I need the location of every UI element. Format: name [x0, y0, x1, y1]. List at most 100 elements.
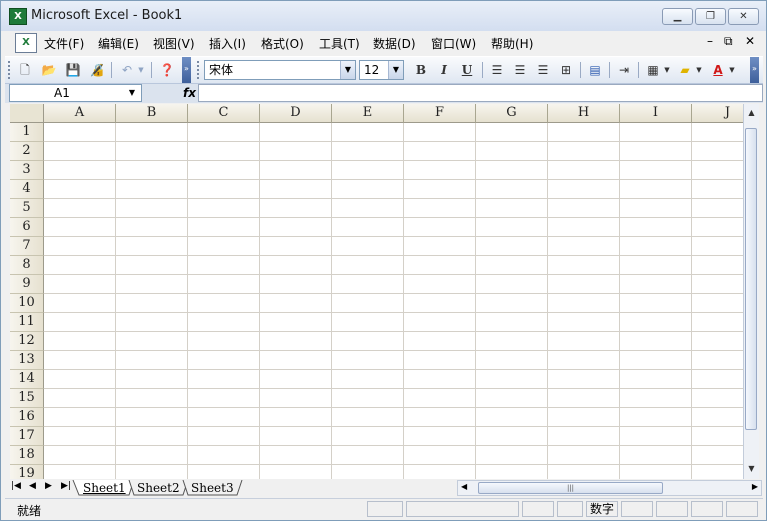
- column-header[interactable]: G: [476, 104, 548, 123]
- chevron-down-icon[interactable]: ▼: [340, 61, 355, 79]
- column-header[interactable]: D: [260, 104, 332, 123]
- row-header[interactable]: 14: [10, 370, 44, 389]
- scroll-up-icon[interactable]: ▲: [745, 106, 758, 120]
- help-button[interactable]: ❓: [157, 60, 177, 80]
- column-header[interactable]: H: [548, 104, 620, 123]
- minimize-button[interactable]: ▁: [662, 8, 693, 25]
- row-header[interactable]: 10: [10, 294, 44, 313]
- horizontal-scroll-thumb[interactable]: |||: [478, 482, 663, 494]
- vertical-scrollbar[interactable]: ▲ ▼: [743, 104, 759, 479]
- prev-sheet-icon[interactable]: ◀: [29, 481, 36, 491]
- column-header[interactable]: A: [44, 104, 116, 123]
- toolbar-options-button[interactable]: »: [182, 57, 191, 83]
- doc-close-icon[interactable]: ✕: [745, 34, 755, 48]
- minimize-icon: ▁: [673, 11, 682, 22]
- doc-minimize-icon[interactable]: –: [707, 34, 713, 48]
- row-header[interactable]: 13: [10, 351, 44, 370]
- align-center-button[interactable]: ☰: [510, 60, 530, 80]
- merge-center-button[interactable]: ⊞: [556, 60, 576, 80]
- workbook-icon[interactable]: X: [15, 33, 37, 53]
- row-header[interactable]: 9: [10, 275, 44, 294]
- menu-window[interactable]: 窗口(W): [431, 35, 476, 52]
- menu-edit[interactable]: 编辑(E): [98, 35, 139, 52]
- toolbar-separator: [609, 62, 610, 78]
- column-header[interactable]: F: [404, 104, 476, 123]
- menu-file[interactable]: 文件(F): [44, 35, 84, 52]
- font-size-combo[interactable]: 12 ▼: [359, 60, 404, 80]
- fill-color-dropdown[interactable]: ▼: [693, 60, 705, 80]
- first-sheet-icon[interactable]: |◀: [11, 481, 21, 491]
- insert-function-icon[interactable]: fx: [183, 84, 196, 102]
- save-button[interactable]: 💾: [63, 60, 83, 80]
- align-right-button[interactable]: ☰: [533, 60, 553, 80]
- row-header[interactable]: 7: [10, 237, 44, 256]
- doc-restore-icon[interactable]: ⧉: [724, 34, 733, 49]
- indent-button[interactable]: ⇥: [614, 60, 634, 80]
- menu-insert[interactable]: 插入(I): [209, 35, 246, 52]
- row-header[interactable]: 15: [10, 389, 44, 408]
- row-header[interactable]: 5: [10, 199, 44, 218]
- select-all-corner[interactable]: [10, 104, 44, 123]
- font-color-button[interactable]: A: [708, 60, 728, 80]
- sheet-tab-sheet1[interactable]: Sheet1: [83, 480, 126, 496]
- font-name-combo[interactable]: 宋体 ▼: [204, 60, 356, 80]
- menu-tools[interactable]: 工具(T): [319, 35, 360, 52]
- row-header[interactable]: 17: [10, 427, 44, 446]
- undo-button[interactable]: ↶: [117, 60, 137, 80]
- row-header[interactable]: 2: [10, 142, 44, 161]
- row-header[interactable]: 8: [10, 256, 44, 275]
- italic-button[interactable]: I: [434, 60, 454, 80]
- row-header[interactable]: 12: [10, 332, 44, 351]
- restore-button[interactable]: ❐: [695, 8, 726, 25]
- column-header[interactable]: C: [188, 104, 260, 123]
- toolbar-grip[interactable]: [197, 61, 202, 79]
- next-sheet-icon[interactable]: ▶: [45, 481, 52, 491]
- column-header[interactable]: E: [332, 104, 404, 123]
- sheet-tab-sheet3[interactable]: Sheet3: [191, 480, 234, 496]
- menu-format[interactable]: 格式(O): [261, 35, 304, 52]
- borders-button[interactable]: ▦: [643, 60, 663, 80]
- name-box[interactable]: A1 ▼: [9, 84, 142, 102]
- row-header[interactable]: 3: [10, 161, 44, 180]
- row-header[interactable]: 1: [10, 123, 44, 142]
- toolbar-grip[interactable]: [8, 61, 13, 79]
- currency-button[interactable]: ▤: [585, 60, 605, 80]
- undo-dropdown[interactable]: ▼: [135, 60, 147, 80]
- new-button[interactable]: 🗋: [15, 60, 35, 80]
- font-color-dropdown[interactable]: ▼: [726, 60, 738, 80]
- chevron-down-icon[interactable]: ▼: [125, 85, 139, 101]
- fill-color-button[interactable]: ▰: [675, 60, 695, 80]
- toolbar-separator: [482, 62, 483, 78]
- open-button[interactable]: 📂: [39, 60, 59, 80]
- toolbar-options-button[interactable]: »: [750, 57, 759, 83]
- menu-data[interactable]: 数据(D): [373, 35, 416, 52]
- borders-dropdown[interactable]: ▼: [661, 60, 673, 80]
- vertical-scroll-thumb[interactable]: [745, 128, 757, 430]
- column-header[interactable]: J: [692, 104, 743, 123]
- row-header[interactable]: 11: [10, 313, 44, 332]
- permission-button[interactable]: 🔏: [87, 60, 107, 80]
- row-header[interactable]: 4: [10, 180, 44, 199]
- row-header[interactable]: 18: [10, 446, 44, 465]
- menu-view[interactable]: 视图(V): [153, 35, 195, 52]
- bold-button[interactable]: B: [411, 60, 431, 80]
- row-header[interactable]: 19: [10, 465, 44, 479]
- align-left-button[interactable]: ☰: [487, 60, 507, 80]
- scroll-right-icon[interactable]: ▶: [752, 482, 758, 491]
- last-sheet-icon[interactable]: ▶|: [61, 481, 71, 491]
- horizontal-scrollbar[interactable]: ◀ ||| ▶: [457, 480, 762, 496]
- scroll-down-icon[interactable]: ▼: [745, 462, 758, 476]
- row-header[interactable]: 16: [10, 408, 44, 427]
- close-button[interactable]: ✕: [728, 8, 759, 25]
- column-header[interactable]: B: [116, 104, 188, 123]
- grid-row-line: [44, 198, 743, 199]
- worksheet-grid[interactable]: A B C D E F G H I J 1 2 3 4 5 6 7 8 9 10 11 12 13 14 15 16 17 18 19: [10, 104, 743, 479]
- formula-input[interactable]: [198, 84, 763, 102]
- sheet-tab-sheet2[interactable]: Sheet2: [137, 480, 180, 496]
- row-header[interactable]: 6: [10, 218, 44, 237]
- menu-help[interactable]: 帮助(H): [491, 35, 533, 52]
- chevron-down-icon[interactable]: ▼: [388, 61, 403, 79]
- underline-button[interactable]: U: [457, 60, 477, 80]
- scroll-left-icon[interactable]: ◀: [461, 482, 467, 491]
- column-header[interactable]: I: [620, 104, 692, 123]
